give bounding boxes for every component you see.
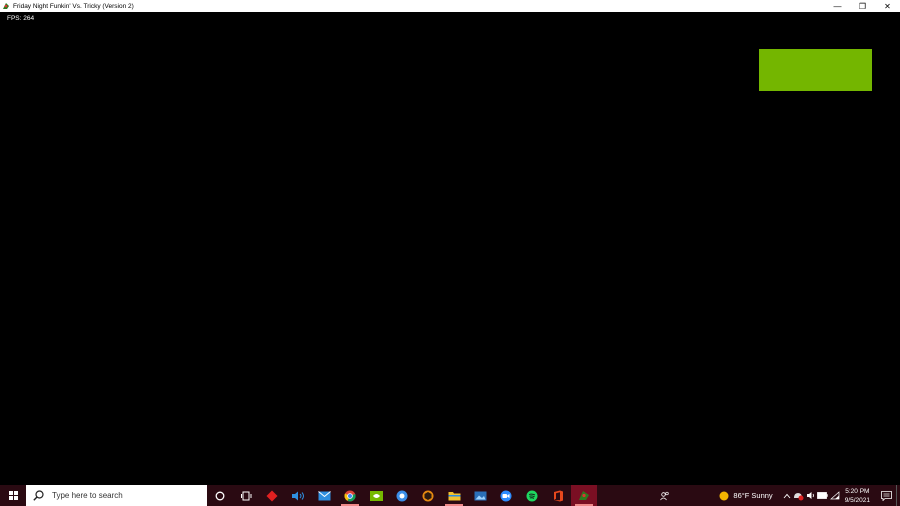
show-desktop-button[interactable] (896, 485, 900, 506)
people-icon[interactable] (659, 485, 671, 506)
chevron-up-icon[interactable] (781, 485, 793, 506)
orange-app-icon[interactable] (415, 485, 441, 506)
file-explorer-icon[interactable] (441, 485, 467, 506)
zoom-icon[interactable] (493, 485, 519, 506)
spotify-icon[interactable] (519, 485, 545, 506)
taskbar-search-box[interactable]: Type here to search (26, 485, 207, 506)
clock-date: 9/5/2021 (844, 496, 870, 504)
fnf-app-icon (2, 2, 10, 10)
wifi-icon[interactable] (829, 485, 841, 506)
photos-icon[interactable] (467, 485, 493, 506)
blue-circle-app-icon[interactable] (389, 485, 415, 506)
security-alert-icon[interactable] (793, 485, 805, 506)
weather-widget[interactable]: 86°F Sunny (719, 491, 773, 501)
window-title: Friday Night Funkin' Vs. Tricky (Version… (13, 2, 134, 10)
office-icon[interactable] (545, 485, 571, 506)
volume-icon[interactable] (805, 485, 817, 506)
start-button[interactable] (0, 485, 26, 506)
chrome-icon[interactable] (337, 485, 363, 506)
search-icon (33, 490, 44, 501)
red-diamond-app-icon[interactable] (259, 485, 285, 506)
fps-counter: FPS: 264 (7, 15, 35, 22)
task-view-icon[interactable] (233, 485, 259, 506)
close-button[interactable]: ✕ (875, 0, 900, 12)
green-block (759, 49, 872, 91)
game-viewport[interactable]: FPS: 264 (0, 12, 900, 485)
nvidia-icon[interactable] (363, 485, 389, 506)
system-clock[interactable]: 5:20 PM 9/5/2021 (845, 487, 870, 505)
windows-icon (8, 491, 18, 500)
audio-app-icon[interactable] (285, 485, 311, 506)
minimize-button[interactable]: — (825, 0, 850, 12)
taskbar: Type here to search 86°F Sunny 5:20 PM 9… (0, 485, 900, 506)
restore-button[interactable]: ❐ (850, 0, 875, 12)
fnf-game-icon[interactable] (571, 485, 597, 506)
cortana-icon[interactable] (207, 485, 233, 506)
search-placeholder: Type here to search (52, 491, 123, 500)
battery-icon[interactable] (817, 485, 829, 506)
weather-text: 86°F Sunny (733, 491, 773, 500)
mail-icon[interactable] (311, 485, 337, 506)
window-title-bar[interactable]: Friday Night Funkin' Vs. Tricky (Version… (0, 0, 900, 12)
sun-icon (719, 491, 729, 500)
notification-center-icon[interactable] (876, 485, 896, 506)
clock-time: 5:20 PM (845, 487, 870, 495)
